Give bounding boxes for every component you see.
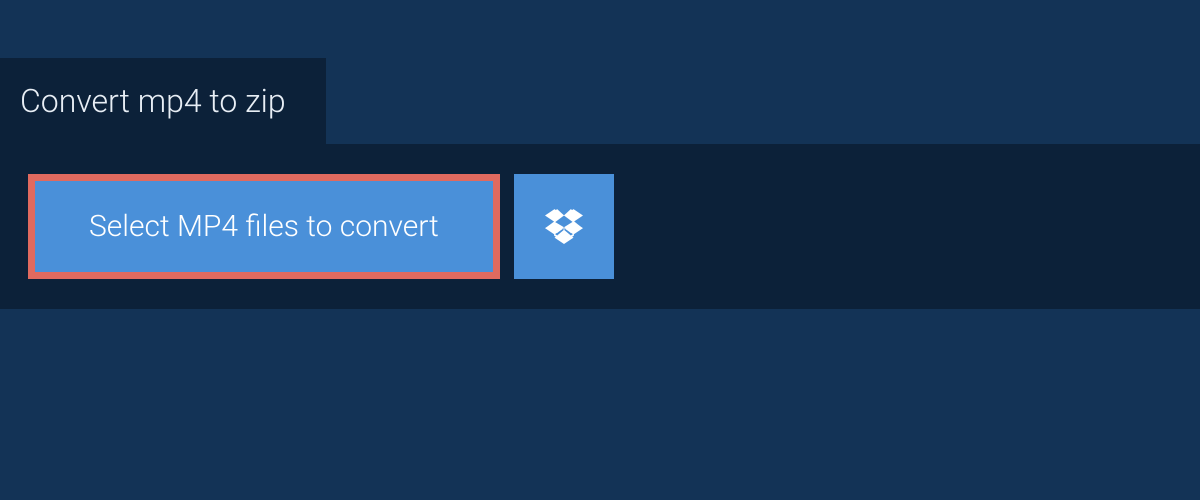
- select-files-button[interactable]: Select MP4 files to convert: [28, 174, 500, 279]
- button-row: Select MP4 files to convert: [28, 174, 1172, 279]
- page-title-tab: Convert mp4 to zip: [0, 58, 326, 144]
- select-files-label: Select MP4 files to convert: [89, 209, 439, 244]
- dropbox-icon: [545, 206, 583, 248]
- page-title: Convert mp4 to zip: [20, 82, 286, 120]
- dropbox-button[interactable]: [514, 174, 614, 279]
- upload-panel: Select MP4 files to convert: [0, 144, 1200, 309]
